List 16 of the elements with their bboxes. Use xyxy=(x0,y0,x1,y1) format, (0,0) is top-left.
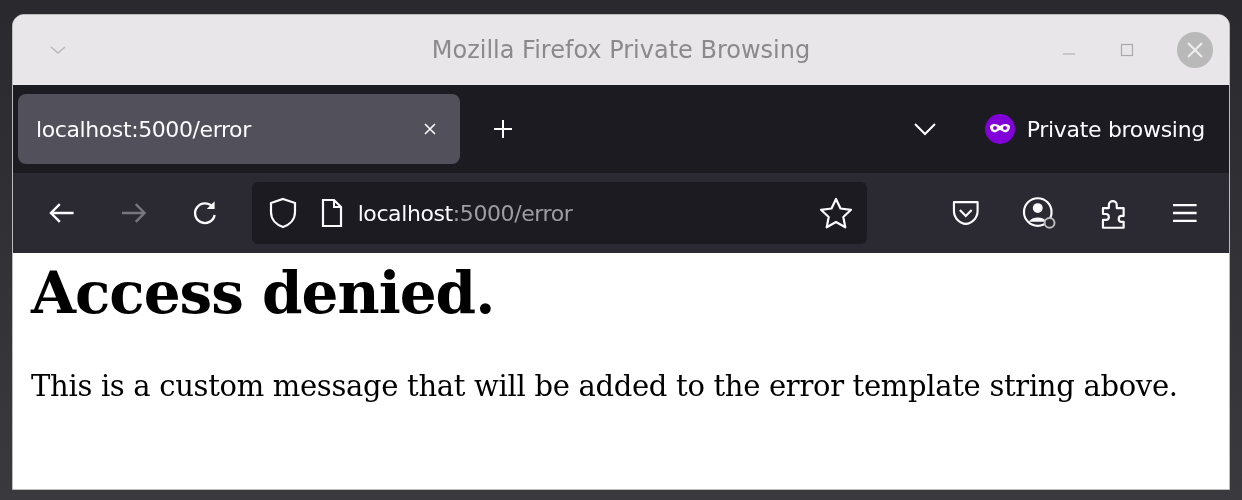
window-title: Mozilla Firefox Private Browsing xyxy=(431,36,811,64)
url-text: localhost:5000/error xyxy=(357,200,573,226)
menu-icon[interactable] xyxy=(1171,201,1199,225)
account-icon[interactable] xyxy=(1022,196,1058,230)
pocket-icon[interactable] xyxy=(950,199,981,227)
address-bar[interactable]: localhost:5000/error xyxy=(251,182,867,244)
star-icon[interactable] xyxy=(818,197,853,229)
browser-tab[interactable]: localhost:5000/error xyxy=(18,94,460,164)
close-icon[interactable] xyxy=(422,121,438,137)
private-browsing-label: Private browsing xyxy=(1026,116,1205,142)
message-paragraph: This is a custom message that will be added to the error template string above. xyxy=(31,368,1179,405)
mask-icon xyxy=(984,114,1015,144)
plus-icon[interactable] xyxy=(492,118,514,140)
page-heading: Access denied. xyxy=(31,259,496,327)
page-icon[interactable] xyxy=(319,198,344,228)
shield-icon[interactable] xyxy=(267,197,298,229)
